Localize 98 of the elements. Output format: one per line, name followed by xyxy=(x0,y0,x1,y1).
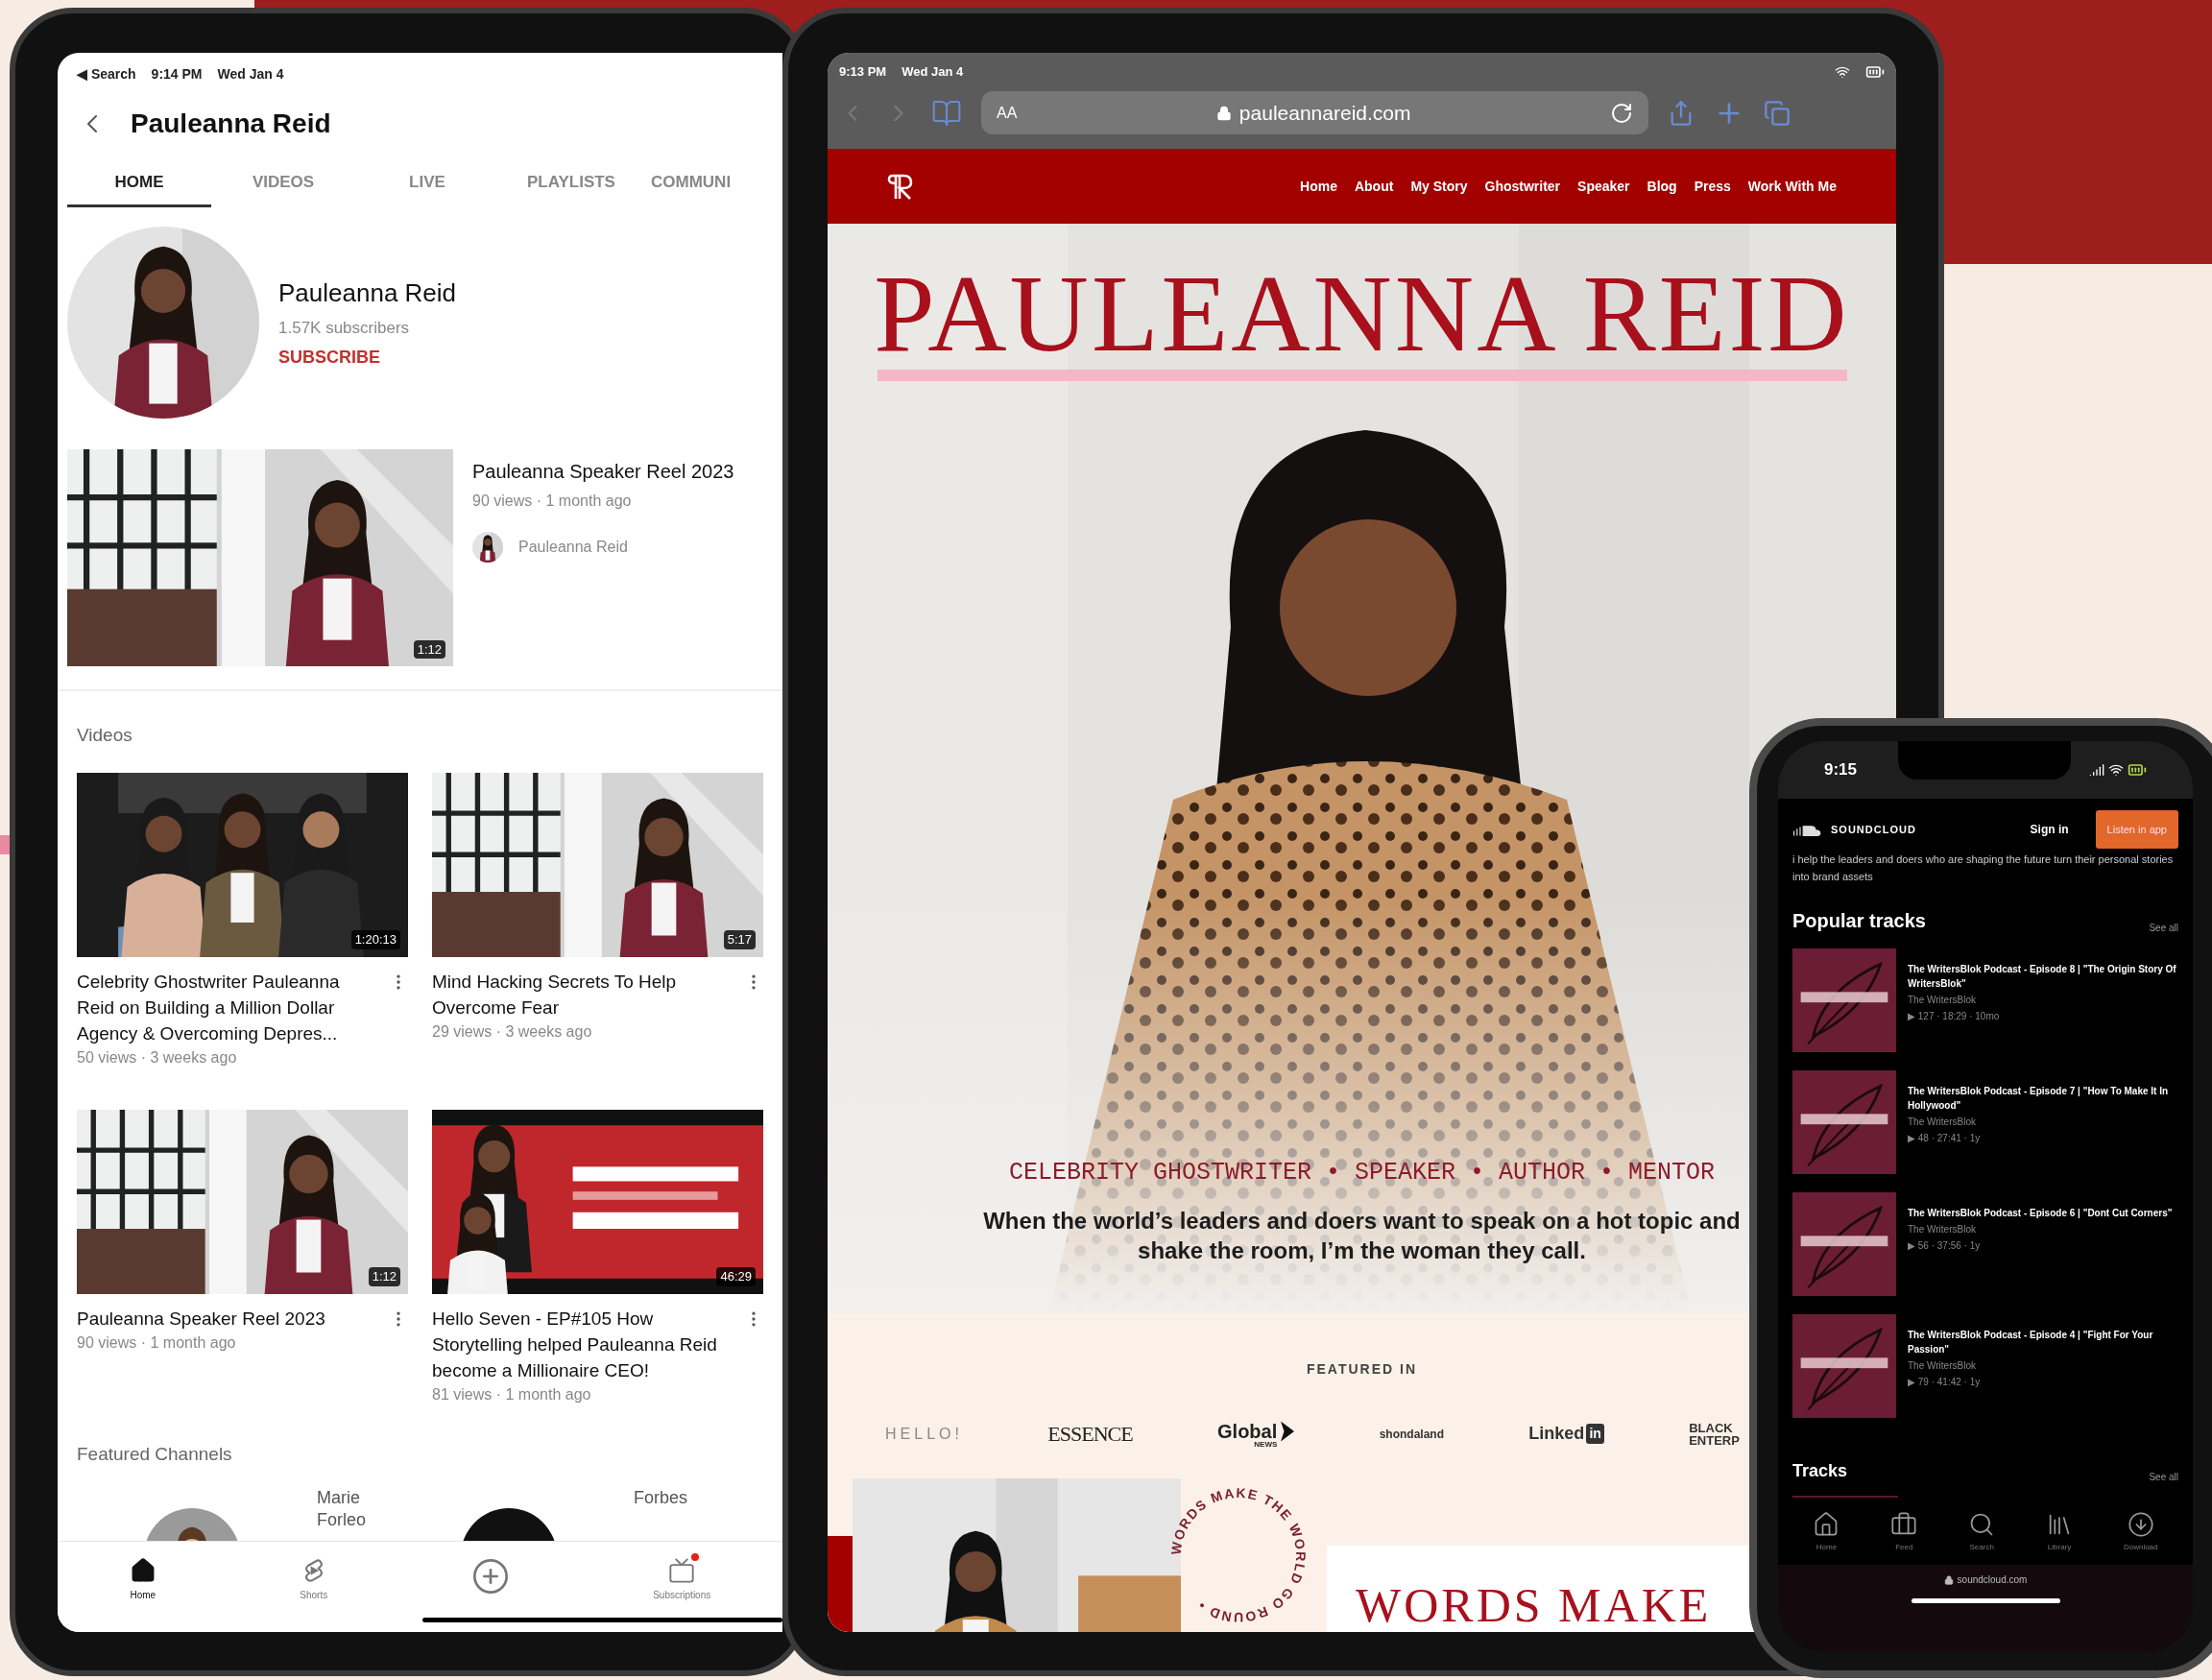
press-logo: ENTERP xyxy=(1689,1433,1740,1447)
download-icon xyxy=(2127,1511,2154,1538)
url-text: soundcloud.com xyxy=(1957,1573,2028,1587)
track-artist: The WritersBlok xyxy=(1908,1116,1977,1129)
status-time: 9:14 PM xyxy=(151,65,203,84)
video-thumbnail[interactable]: 46:29 xyxy=(432,1109,763,1294)
duration-label: 5:17 xyxy=(723,930,756,949)
section-heading: Featured Channels xyxy=(76,1442,233,1466)
section-label: FEATURED IN xyxy=(1306,1360,1418,1379)
track-stats: ▶ 48 · 27:41 · 1y xyxy=(1908,1132,1982,1145)
tab[interactable]: COMMUNI xyxy=(643,159,739,207)
video-meta: 90 views · 1 month ago xyxy=(472,492,633,511)
tab[interactable]: VIDEOS xyxy=(211,159,355,207)
press-logo: ESSENCE xyxy=(1047,1421,1133,1448)
subscriber-count: 1.57K subscribers xyxy=(278,318,411,340)
press-logo: HELLO! xyxy=(885,1424,963,1444)
duration-label: 46:29 xyxy=(716,1267,756,1286)
wifi-icon xyxy=(2108,762,2124,778)
video-thumbnail[interactable]: 1:12 xyxy=(77,1109,408,1294)
nav-tab[interactable]: Search xyxy=(1968,1511,1996,1553)
track-title[interactable]: The WritersBlok Podcast - Episode 6 | "Dont Cut Corners" xyxy=(1908,1206,2173,1220)
video-title[interactable]: Hello Seven - EP#105 How Storytelling helped Pauleanna Reid become a Millionaire CEO! xyxy=(432,1305,736,1383)
video-title[interactable]: Pauleanna Speaker Reel 2023 xyxy=(77,1305,381,1332)
sign-in-link[interactable]: Sign in xyxy=(2030,821,2069,838)
tab[interactable]: HOME xyxy=(67,159,211,207)
nav-tab[interactable]: Subscriptions xyxy=(653,1557,711,1602)
tab[interactable]: LIVE xyxy=(355,159,499,207)
press-logo: Global xyxy=(1217,1421,1278,1441)
video-meta: 90 views · 1 month ago xyxy=(77,1332,237,1353)
subscribe-button[interactable]: SUBSCRIBE xyxy=(278,344,457,371)
see-all-link[interactable]: See all xyxy=(2149,921,2178,935)
nav-tab[interactable]: Download xyxy=(2123,1511,2158,1553)
lock-icon xyxy=(1215,105,1232,121)
address-bar[interactable]: AA pauleannareid.com xyxy=(981,91,1648,134)
nav-link[interactable]: Blog xyxy=(1647,176,1677,197)
nav-tab[interactable]: Home xyxy=(1813,1511,1840,1553)
video-thumbnail[interactable]: 1:12 xyxy=(67,449,453,666)
video-meta: 50 views · 3 weeks ago xyxy=(77,1047,238,1068)
reload-icon[interactable] xyxy=(1610,101,1633,125)
press-logo: BLACK xyxy=(1689,1421,1734,1434)
nav-link[interactable]: Ghostwriter xyxy=(1484,176,1561,197)
wifi-icon xyxy=(1835,64,1850,80)
press-logo: Linked xyxy=(1528,1423,1585,1445)
track-artist: The WritersBlok xyxy=(1908,994,1977,1007)
video-title[interactable]: Mind Hacking Secrets To Help Overcome Fear xyxy=(432,968,736,1020)
nav-link[interactable]: Home xyxy=(1300,176,1337,197)
nav-tab[interactable]: Feed xyxy=(1890,1511,1918,1553)
track-artist: The WritersBlok xyxy=(1908,1223,1977,1236)
status-date: Wed Jan 4 xyxy=(902,63,964,82)
channel-link[interactable]: Pauleanna Reid xyxy=(518,536,628,559)
video-title[interactable]: Celebrity Ghostwriter Pauleanna Reid on Building a Million Dollar Agency & Overcoming Depres... xyxy=(77,968,381,1046)
url-text: pauleannareid.com xyxy=(1238,100,1411,126)
track-title[interactable]: The WritersBlok Podcast - Episode 8 | "The Origin Story Of WritersBlok" xyxy=(1908,962,2178,991)
duration-label: 1:20:13 xyxy=(350,930,400,949)
nav-tab[interactable]: Shorts xyxy=(300,1557,328,1602)
nav-link[interactable]: Press xyxy=(1694,176,1731,197)
tab[interactable]: PLAYLISTS xyxy=(499,159,643,207)
see-all-link[interactable]: See all xyxy=(2149,1470,2178,1484)
nav-link[interactable]: About xyxy=(1354,176,1394,197)
status-time: 9:13 PM xyxy=(839,63,887,82)
subscriptions-icon xyxy=(668,1557,696,1584)
press-logo-caption: NEWS xyxy=(1254,1440,1278,1449)
backdrop-panel xyxy=(0,835,10,854)
video-title[interactable]: Pauleanna Speaker Reel 2023 xyxy=(472,457,734,486)
video-thumbnail[interactable]: 5:17 xyxy=(432,772,763,957)
back-link[interactable]: ◀ Search xyxy=(77,64,136,84)
track-stats: ▶ 79 · 41:42 · 1y xyxy=(1908,1376,1982,1389)
text-size-button[interactable]: AA xyxy=(997,101,1018,125)
track-title[interactable]: The WritersBlok Podcast - Episode 7 | "How To Make It In Hollywood" xyxy=(1908,1084,2178,1113)
duration-label: 1:12 xyxy=(368,1267,400,1286)
track-artist: The WritersBlok xyxy=(1908,1359,1977,1373)
nav-tab[interactable]: Home xyxy=(129,1557,156,1602)
nav-tab[interactable]: Library xyxy=(2046,1511,2074,1553)
track-stats: ▶ 127 · 18:29 · 10mo xyxy=(1908,1010,2001,1023)
channel-name[interactable]: Marie Forleo xyxy=(317,1487,403,1531)
video-thumbnail[interactable]: 1:20:13 xyxy=(77,772,408,957)
nav-link[interactable]: Speaker xyxy=(1577,176,1630,197)
press-logo: shondaland xyxy=(1379,1426,1444,1443)
track-stats: ▶ 56 · 37:56 · 1y xyxy=(1908,1239,1982,1253)
track-title[interactable]: The WritersBlok Podcast - Episode 4 | "Fight For Your Passion" xyxy=(1908,1328,2178,1356)
nav-link[interactable]: My Story xyxy=(1410,176,1468,197)
section-heading: Videos xyxy=(76,724,133,747)
channel-title: Pauleanna Reid xyxy=(131,108,331,140)
create-button[interactable] xyxy=(470,1557,510,1596)
signal-icon xyxy=(2089,762,2104,778)
channel-name[interactable]: Forbes xyxy=(634,1487,720,1509)
section-title: WORDS MAKE xyxy=(1356,1578,1712,1632)
press-logo-mark: in xyxy=(1586,1424,1604,1444)
video-meta: 29 views · 3 weeks ago xyxy=(432,1021,593,1042)
status-date: Wed Jan 4 xyxy=(217,65,284,84)
lock-icon xyxy=(1943,1574,1954,1585)
section-heading: Tracks xyxy=(1792,1460,1848,1482)
arrow-icon xyxy=(1281,1419,1295,1443)
video-meta: 81 views · 1 month ago xyxy=(432,1384,592,1404)
channel-name: Pauleanna Reid xyxy=(278,277,457,310)
profile-bio: i help the leaders and doers who are shaping the future turn their personal stories into brand assets xyxy=(1791,852,2175,884)
create-icon xyxy=(470,1557,510,1596)
nav-link[interactable]: Work With Me xyxy=(1747,176,1837,197)
